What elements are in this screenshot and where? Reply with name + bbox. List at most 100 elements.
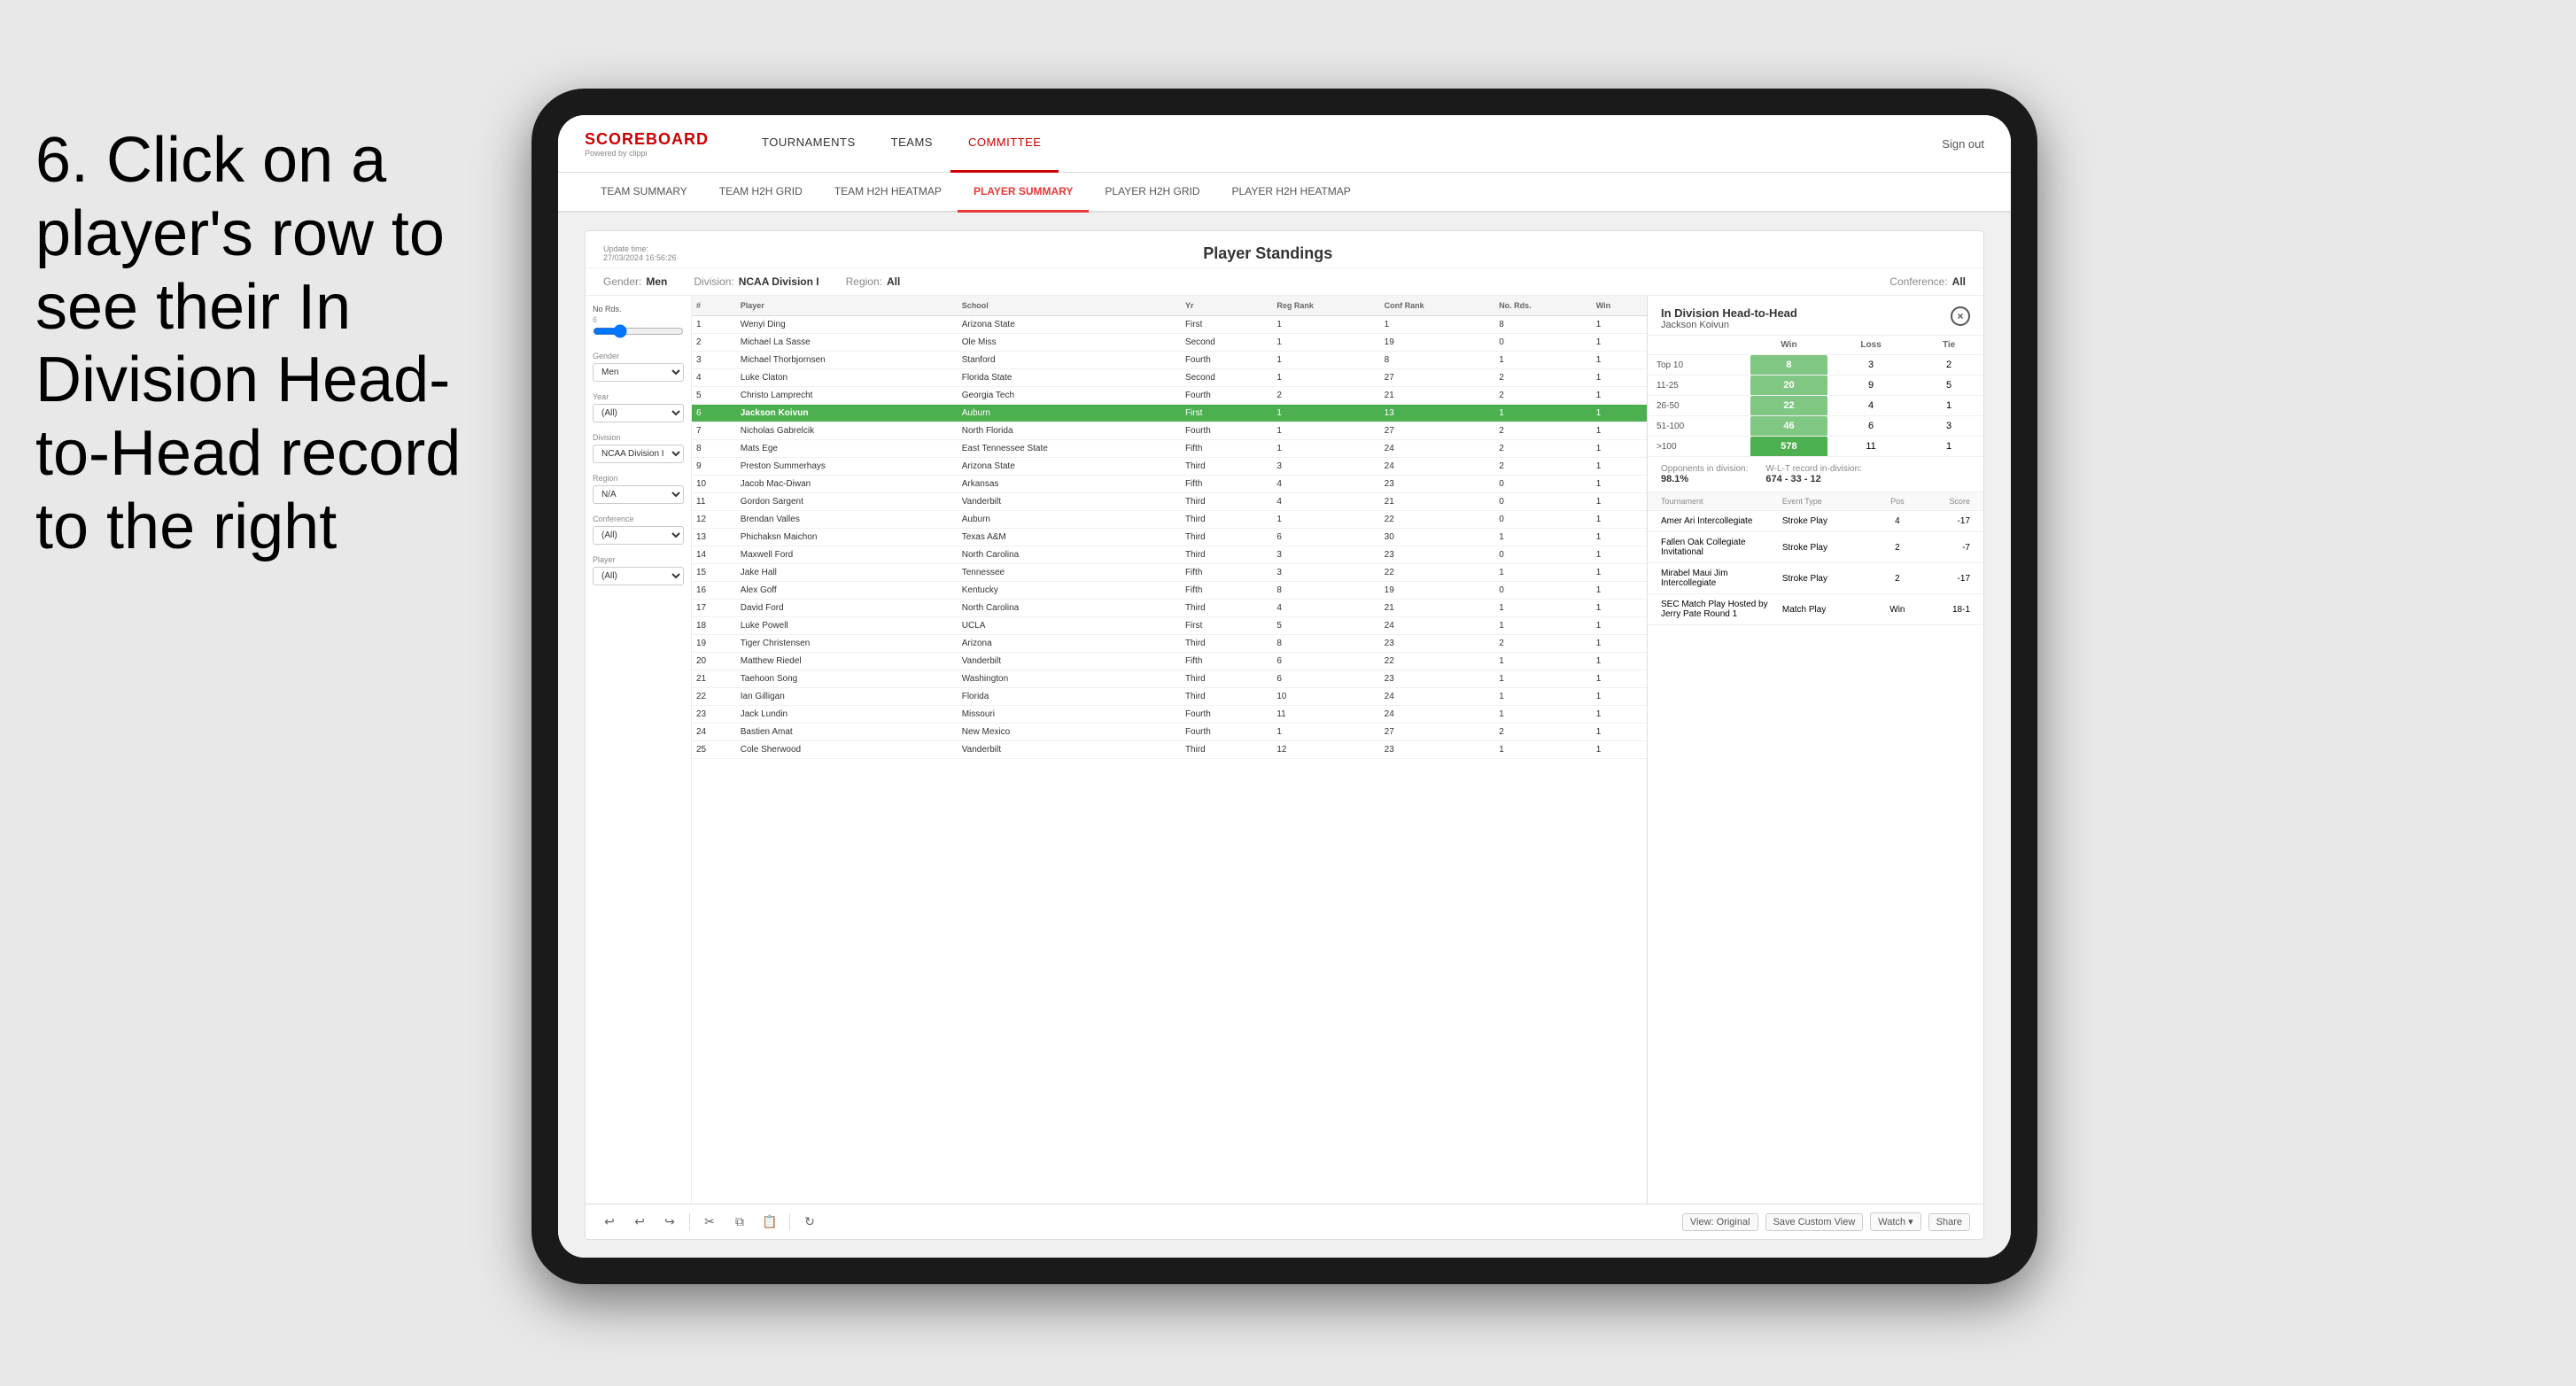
tab-player-h2h-grid[interactable]: PLAYER H2H GRID (1089, 173, 1215, 213)
table-row[interactable]: 1 Wenyi Ding Arizona State First 1 1 8 1 (692, 316, 1647, 334)
update-time-value: 27/03/2024 16:56:26 (603, 253, 677, 262)
filter-division-label: Division: (694, 275, 733, 288)
cell-win: 1 (1592, 316, 1647, 334)
cell-player: Gordon Sargent (736, 493, 958, 511)
nav-teams[interactable]: TEAMS (873, 115, 950, 173)
conference-select[interactable]: (All) (593, 526, 684, 545)
save-custom-button[interactable]: Save Custom View (1765, 1213, 1864, 1231)
cell-player: Brendan Valles (736, 511, 958, 529)
h2h-tie: 3 (1914, 416, 1983, 437)
tournament-score: -17 (1921, 574, 1970, 584)
table-row[interactable]: 15 Jake Hall Tennessee Fifth 3 22 1 1 (692, 564, 1647, 582)
tournament-item[interactable]: Fallen Oak Collegiate Invitational Strok… (1648, 532, 1983, 563)
table-row[interactable]: 10 Jacob Mac-Diwan Arkansas Fifth 4 23 0… (692, 476, 1647, 493)
table-row[interactable]: 16 Alex Goff Kentucky Fifth 8 19 0 1 (692, 582, 1647, 600)
tab-team-h2h-heatmap[interactable]: TEAM H2H HEATMAP (819, 173, 958, 213)
sidebar-year-label: Year (593, 392, 684, 401)
filter-region: Region: All (846, 275, 901, 288)
table-row[interactable]: 4 Luke Claton Florida State Second 1 27 … (692, 369, 1647, 387)
cell-school: Missouri (958, 706, 1181, 724)
cell-conf-rank: 24 (1380, 458, 1495, 476)
watch-button[interactable]: Watch ▾ (1870, 1212, 1920, 1231)
cell-conf-rank: 24 (1380, 440, 1495, 458)
table-row[interactable]: 21 Taehoon Song Washington Third 6 23 1 … (692, 670, 1647, 688)
cell-yr: Third (1181, 546, 1272, 564)
top-nav: SCOREBOARD Powered by clippi TOURNAMENTS… (558, 115, 2011, 173)
cell-rank: 16 (692, 582, 736, 600)
cell-player: Michael Thorbjornsen (736, 352, 958, 369)
cell-reg-rank: 8 (1272, 635, 1379, 653)
cell-reg-rank: 1 (1272, 724, 1379, 741)
copy-button[interactable]: ⧉ (729, 1212, 750, 1233)
table-row[interactable]: 24 Bastien Amat New Mexico Fourth 1 27 2… (692, 724, 1647, 741)
player-select[interactable]: (All) (593, 567, 684, 585)
cell-school: Ole Miss (958, 334, 1181, 352)
table-row[interactable]: 19 Tiger Christensen Arizona Third 8 23 … (692, 635, 1647, 653)
table-row[interactable]: 13 Phichaksn Maichon Texas A&M Third 6 3… (692, 529, 1647, 546)
paste-button[interactable]: 📋 (759, 1212, 780, 1233)
share-button[interactable]: Share (1928, 1213, 1970, 1231)
table-row[interactable]: 7 Nicholas Gabrelcik North Florida Fourt… (692, 422, 1647, 440)
cell-win: 1 (1592, 706, 1647, 724)
nav-tournaments[interactable]: TOURNAMENTS (744, 115, 873, 173)
scissors-button[interactable]: ✂ (699, 1212, 720, 1233)
cell-yr: Fourth (1181, 724, 1272, 741)
cell-conf-rank: 21 (1380, 387, 1495, 405)
table-row[interactable]: 18 Luke Powell UCLA First 5 24 1 1 (692, 617, 1647, 635)
table-row[interactable]: 14 Maxwell Ford North Carolina Third 3 2… (692, 546, 1647, 564)
cell-win: 1 (1592, 670, 1647, 688)
h2h-win: 578 (1750, 437, 1827, 457)
table-row[interactable]: 3 Michael Thorbjornsen Stanford Fourth 1… (692, 352, 1647, 369)
tab-player-h2h-heatmap[interactable]: PLAYER H2H HEATMAP (1216, 173, 1367, 213)
cell-reg-rank: 3 (1272, 546, 1379, 564)
cell-yr: Second (1181, 334, 1272, 352)
cell-rank: 17 (692, 600, 736, 617)
table-row[interactable]: 8 Mats Ege East Tennessee State Fifth 1 … (692, 440, 1647, 458)
tournament-item[interactable]: SEC Match Play Hosted by Jerry Pate Roun… (1648, 594, 1983, 625)
tournament-item[interactable]: Amer Ari Intercollegiate Stroke Play 4 -… (1648, 511, 1983, 532)
tab-player-summary[interactable]: PLAYER SUMMARY (958, 173, 1089, 213)
sidebar-no-rds: No Rds. 6 (593, 305, 684, 341)
forward-button[interactable]: ↪ (659, 1212, 680, 1233)
cell-school: UCLA (958, 617, 1181, 635)
table-row[interactable]: 9 Preston Summerhays Arizona State Third… (692, 458, 1647, 476)
cell-conf-rank: 27 (1380, 724, 1495, 741)
table-row[interactable]: 20 Matthew Riedel Vanderbilt Fifth 6 22 … (692, 653, 1647, 670)
table-row[interactable]: 12 Brendan Valles Auburn Third 1 22 0 1 (692, 511, 1647, 529)
table-row[interactable]: 2 Michael La Sasse Ole Miss Second 1 19 … (692, 334, 1647, 352)
view-original-button[interactable]: View: Original (1682, 1213, 1758, 1231)
main-content: Update time: 27/03/2024 16:56:26 Player … (558, 213, 2011, 1258)
tab-team-h2h-grid[interactable]: TEAM H2H GRID (703, 173, 819, 213)
refresh-button[interactable]: ↻ (799, 1212, 820, 1233)
table-row[interactable]: 23 Jack Lundin Missouri Fourth 11 24 1 1 (692, 706, 1647, 724)
table-row[interactable]: 17 David Ford North Carolina Third 4 21 … (692, 600, 1647, 617)
table-row[interactable]: 25 Cole Sherwood Vanderbilt Third 12 23 … (692, 741, 1647, 759)
redo-button[interactable]: ↩ (629, 1212, 650, 1233)
h2h-loss: 11 (1827, 437, 1914, 457)
nav-committee[interactable]: COMMITTEE (950, 115, 1059, 173)
table-row[interactable]: 22 Ian Gilligan Florida Third 10 24 1 1 (692, 688, 1647, 706)
undo-button[interactable]: ↩ (599, 1212, 620, 1233)
filter-region-value: All (887, 275, 900, 288)
close-panel-button[interactable]: × (1951, 306, 1970, 326)
sidebar-conference-label: Conference (593, 515, 684, 523)
cell-rank: 19 (692, 635, 736, 653)
table-row[interactable]: 5 Christo Lamprecht Georgia Tech Fourth … (692, 387, 1647, 405)
cell-yr: Fifth (1181, 582, 1272, 600)
no-rds-slider[interactable] (593, 324, 684, 338)
wlt-stat: W-L-T record in-division: 674 - 33 - 12 (1765, 464, 1862, 484)
region-select[interactable]: N/A All East West (593, 485, 684, 504)
cell-school: Vanderbilt (958, 493, 1181, 511)
table-row[interactable]: 6 Jackson Koivun Auburn First 1 13 1 1 (692, 405, 1647, 422)
year-select[interactable]: (All) 2024 2023 (593, 404, 684, 422)
tab-team-summary[interactable]: TEAM SUMMARY (585, 173, 703, 213)
sign-out-button[interactable]: Sign out (1942, 137, 1984, 151)
filter-region-label: Region: (846, 275, 882, 288)
table-row[interactable]: 11 Gordon Sargent Vanderbilt Third 4 21 … (692, 493, 1647, 511)
cell-yr: Fifth (1181, 653, 1272, 670)
cell-school: Kentucky (958, 582, 1181, 600)
gender-select[interactable]: Men Women (593, 363, 684, 382)
division-select[interactable]: NCAA Division I NCAA Division II NCAA Di… (593, 445, 684, 463)
opponents-stat: Opponents in division: 98.1% (1661, 464, 1748, 484)
tournament-item[interactable]: Mirabel Maui Jim Intercollegiate Stroke … (1648, 563, 1983, 594)
